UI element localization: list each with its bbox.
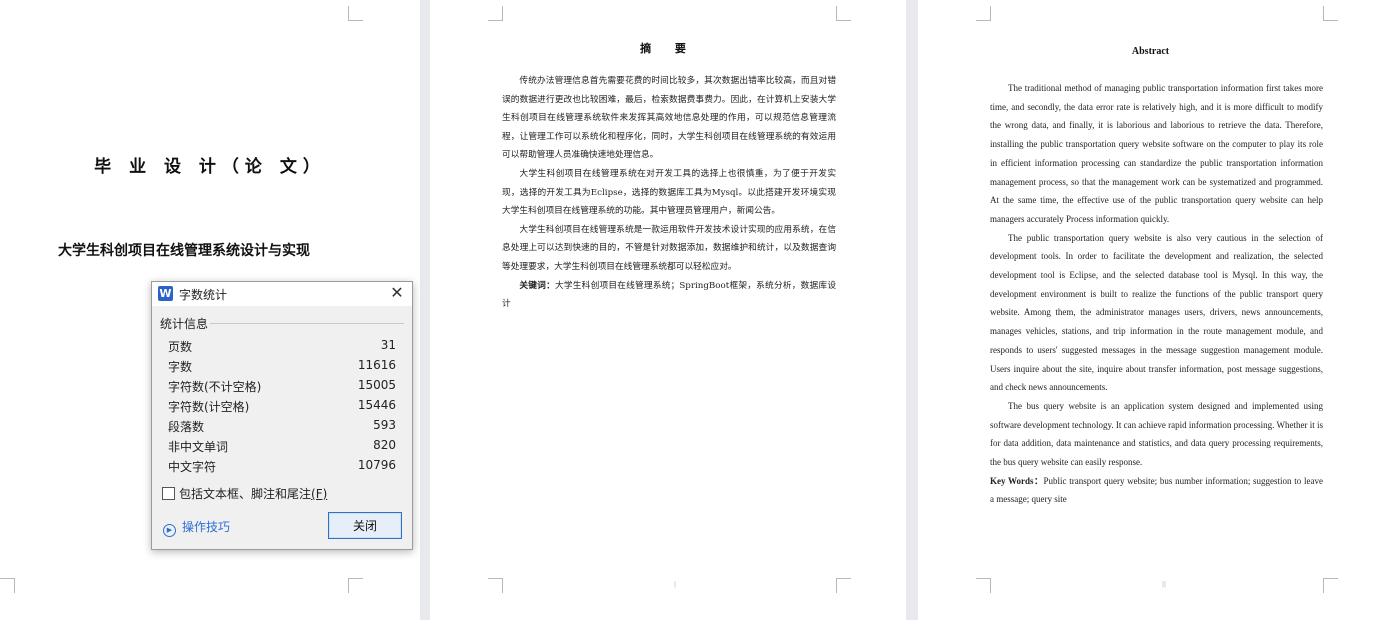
include-textboxes-checkbox[interactable] <box>162 487 175 500</box>
crop-mark <box>976 578 991 593</box>
stat-row-chinese-chars: 中文字符 10796 <box>168 458 396 476</box>
stat-label: 非中文单词 <box>168 440 229 454</box>
crop-mark <box>488 6 503 21</box>
keywords-label: Key Words： <box>990 475 1044 486</box>
cover-title: 毕 业 设 计（论 文） <box>94 157 326 177</box>
wps-writer-icon: W <box>158 286 173 301</box>
group-divider <box>210 323 404 324</box>
abstract-paragraph: 大学生科创项目在线管理系统是一款运用软件开发技术设计实现的应用系统，在信息处理上… <box>502 224 836 272</box>
abstract-heading-en: Abstract <box>1131 46 1170 57</box>
keywords-line: Key Words：Public transport query website… <box>990 472 1323 509</box>
crop-mark <box>836 6 851 21</box>
crop-mark <box>348 578 363 593</box>
page-footer-mark: | <box>674 581 677 588</box>
close-icon[interactable]: ✕ <box>389 284 405 302</box>
abstract-paragraph: The bus query website is an application … <box>990 400 1323 468</box>
keywords-line: 关键词：大学生科创项目在线管理系统；SpringBoot框架，系统分析，数据库设… <box>502 277 836 314</box>
stat-label: 字符数(计空格) <box>168 400 250 414</box>
stat-label: 段落数 <box>168 420 205 434</box>
stat-value: 31 <box>380 338 396 352</box>
stat-row-pages: 页数 31 <box>168 338 396 356</box>
stat-label: 字符数(不计空格) <box>168 380 262 394</box>
stat-value: 10796 <box>357 458 396 472</box>
stat-label: 页数 <box>168 340 193 354</box>
document-page-chinese-abstract: 摘 要 传统办法管理信息首先需要花费的时间比较多，其次数据出错率比较高，而且对错… <box>430 0 906 620</box>
stat-row-words: 字数 11616 <box>168 358 396 376</box>
stat-row-chars-no-spaces: 字符数(不计空格) 15005 <box>168 378 396 396</box>
stat-value: 15446 <box>357 398 396 412</box>
abstract-body-cn: 传统办法管理信息首先需要花费的时间比较多，其次数据出错率比较高，而且对错误的数据… <box>502 72 836 314</box>
crop-mark <box>836 578 851 593</box>
keywords-label: 关键词： <box>519 280 555 291</box>
word-count-dialog: W 字数统计 ✕ 统计信息 页数 31 字数 11616 字符数(不计空格) 1… <box>151 281 413 550</box>
tips-link-label: 操作技巧 <box>182 520 231 534</box>
stat-value: 15005 <box>357 378 396 392</box>
statistics-group-label: 统计信息 <box>160 317 209 331</box>
checkbox-mnemonic: (F) <box>311 487 328 501</box>
stat-label: 中文字符 <box>168 460 217 474</box>
crop-mark <box>976 6 991 21</box>
abstract-paragraph: 大学生科创项目在线管理系统在对开发工具的选择上也很慎重，为了便于开发实现，选择的… <box>502 168 836 217</box>
dialog-title: 字数统计 <box>179 288 228 302</box>
crop-mark <box>0 578 15 593</box>
include-textboxes-label[interactable]: 包括文本框、脚注和尾注(F) <box>179 485 327 502</box>
abstract-paragraph: 传统办法管理信息首先需要花费的时间比较多，其次数据出错率比较高，而且对错误的数据… <box>502 76 836 161</box>
stat-row-non-chinese-words: 非中文单词 820 <box>168 438 396 456</box>
stat-value: 593 <box>373 418 396 432</box>
crop-mark <box>348 6 363 21</box>
document-page-english-abstract: Abstract The traditional method of manag… <box>918 0 1383 620</box>
stat-label: 字数 <box>168 360 193 374</box>
stat-value: 11616 <box>357 358 396 372</box>
abstract-body-en: The traditional method of managing publi… <box>990 79 1323 509</box>
abstract-paragraph: The traditional method of managing publi… <box>990 83 1323 224</box>
operation-tips-link[interactable]: ▶ 操作技巧 <box>163 518 230 537</box>
project-title: 大学生科创项目在线管理系统设计与实现 <box>58 243 310 259</box>
abstract-heading-cn: 摘 要 <box>640 42 696 55</box>
stat-value: 820 <box>373 438 396 452</box>
play-circle-icon: ▶ <box>163 524 176 537</box>
close-button[interactable]: 关闭 <box>328 512 402 539</box>
page-footer-mark: || <box>1162 581 1167 588</box>
crop-mark <box>488 578 503 593</box>
crop-mark <box>1323 578 1338 593</box>
stat-row-chars-with-spaces: 字符数(计空格) 15446 <box>168 398 396 416</box>
crop-mark <box>1323 6 1338 21</box>
stat-row-paragraphs: 段落数 593 <box>168 418 396 436</box>
abstract-paragraph: The public transportation query website … <box>990 232 1323 393</box>
dialog-titlebar[interactable]: W 字数统计 ✕ <box>152 282 412 306</box>
checkbox-label-text: 包括文本框、脚注和尾注 <box>179 487 312 501</box>
